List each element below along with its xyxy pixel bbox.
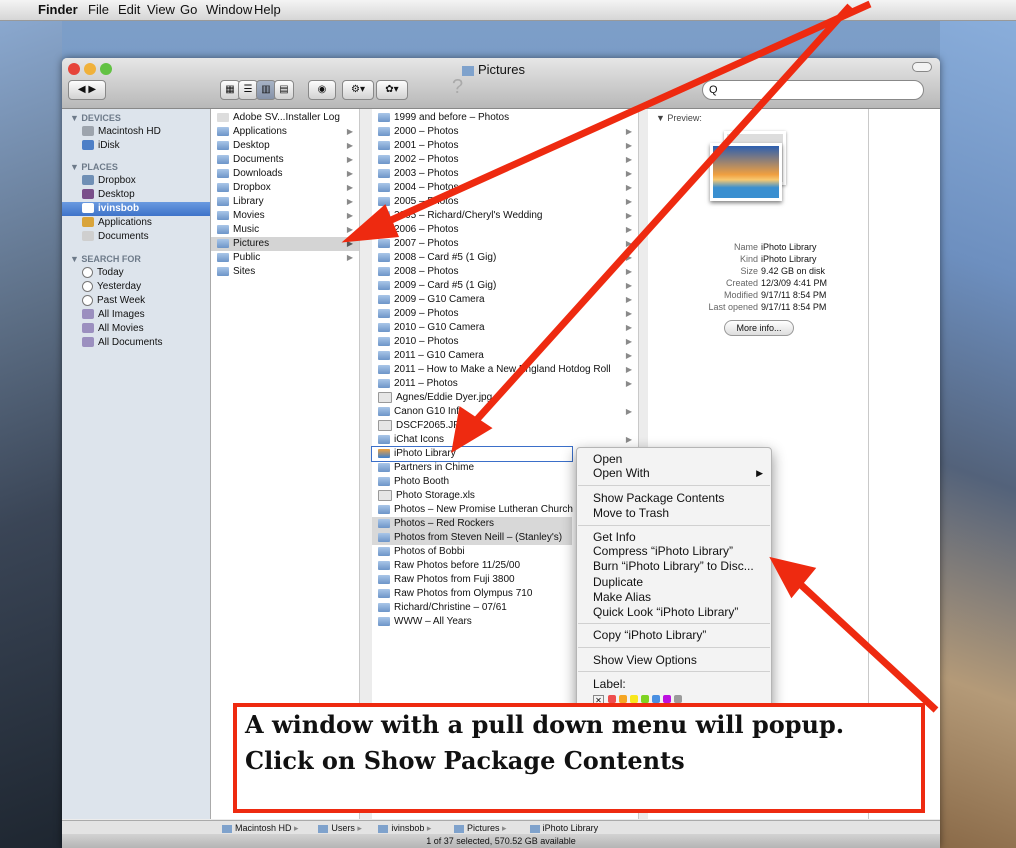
annotation-callout: A window with a pull down menu will popu… xyxy=(233,703,925,813)
arrow-to-menu xyxy=(797,581,939,713)
annotation-line-2: Click on Show Package Contents xyxy=(245,746,685,775)
annotation-line-1: A window with a pull down menu will popu… xyxy=(245,710,845,739)
arrow-to-pictures xyxy=(376,0,872,230)
arrow-to-iphoto-library xyxy=(469,3,853,428)
arrowhead-icon xyxy=(341,204,400,243)
